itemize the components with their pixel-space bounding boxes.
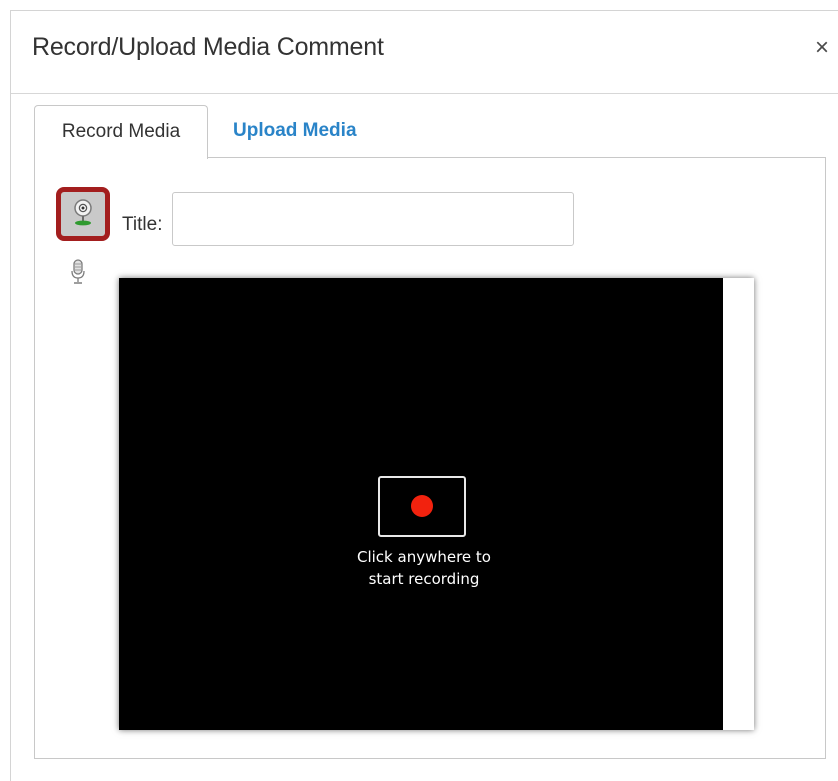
microphone-icon[interactable] xyxy=(70,259,86,290)
dialog-title: Record/Upload Media Comment xyxy=(32,33,384,61)
title-label: Title: xyxy=(122,214,163,235)
close-button[interactable]: × xyxy=(809,35,835,61)
title-input[interactable] xyxy=(172,192,574,246)
record-button[interactable] xyxy=(378,476,466,537)
webcam-icon xyxy=(74,199,92,226)
recorder-screen[interactable]: Click anywhere to start recording xyxy=(119,278,723,730)
recorder-area[interactable]: Click anywhere to start recording xyxy=(119,278,754,730)
tab-upload-media[interactable]: Upload Media xyxy=(233,105,393,157)
tab-record-media[interactable]: Record Media xyxy=(34,105,208,159)
webcam-button[interactable] xyxy=(56,187,110,241)
record-prompt: Click anywhere to start recording xyxy=(319,546,529,590)
media-comment-dialog: Record/Upload Media Comment × Record Med… xyxy=(10,10,838,781)
record-dot-icon xyxy=(411,495,433,517)
tab-bar: Record Media Upload Media xyxy=(34,105,838,159)
record-media-panel: Title: Click anywhere to start recording xyxy=(34,157,826,759)
record-prompt-line-1: Click anywhere to xyxy=(357,548,491,566)
record-prompt-line-2: start recording xyxy=(368,570,480,588)
dialog-header: Record/Upload Media Comment × xyxy=(11,11,838,94)
